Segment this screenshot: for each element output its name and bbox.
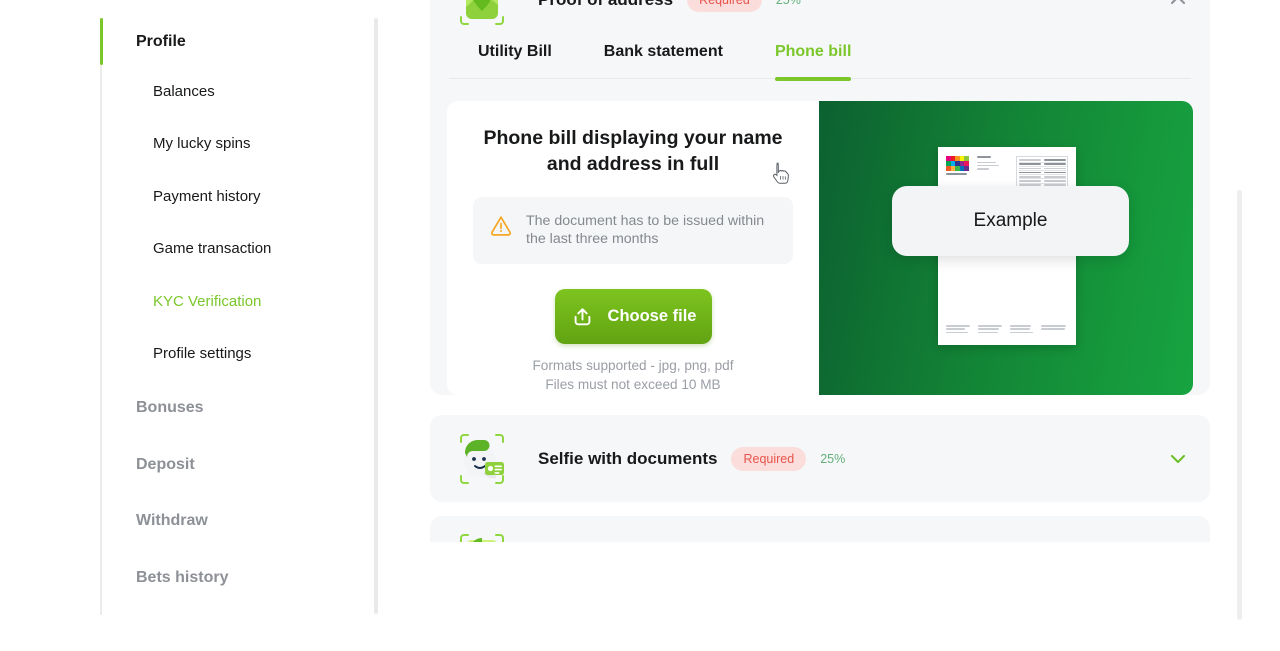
upload-icon	[574, 308, 590, 326]
main-scrollbar[interactable]	[1237, 190, 1242, 620]
choose-file-label: Choose file	[607, 307, 697, 326]
sidebar-divider	[100, 65, 102, 615]
kyc-verification-page: Profile Balances My lucky spins Payment …	[0, 0, 1280, 651]
document-logo	[946, 156, 969, 189]
example-preview-panel: Example	[819, 101, 1193, 395]
sidebar-item-kyc-verification[interactable]: KYC Verification	[153, 275, 378, 328]
sidebar-item-withdraw[interactable]: Withdraw	[136, 493, 378, 550]
document-age-note-text: The document has to be issued within the…	[526, 212, 765, 248]
sidebar-item-my-lucky-spins[interactable]: My lucky spins	[153, 118, 378, 171]
sidebar-item-profile-settings[interactable]: Profile settings	[153, 328, 378, 381]
sidebar: Profile Balances My lucky spins Payment …	[0, 0, 378, 651]
document-icon-partial	[449, 526, 515, 542]
location-document-icon	[449, 0, 515, 33]
upload-panel-left: Phone bill displaying your name and addr…	[447, 101, 819, 395]
example-label-overlay: Example	[892, 186, 1129, 256]
choose-file-button[interactable]: Choose file	[554, 289, 712, 345]
sidebar-group-profile[interactable]: Profile	[136, 18, 378, 65]
tab-bank-statement[interactable]: Bank statement	[604, 43, 723, 78]
formats-line-1: Formats supported - jpg, png, pdf	[532, 358, 734, 374]
sidebar-item-deposit[interactable]: Deposit	[136, 437, 378, 494]
selfie-id-icon	[449, 426, 515, 492]
formats-line-2: Files must not exceed 10 MB	[545, 376, 721, 392]
upload-heading: Phone bill displaying your name and addr…	[483, 127, 783, 176]
section-selfie-with-documents: Selfie with documents Required 25%	[430, 415, 1210, 502]
selfie-with-documents-header[interactable]: Selfie with documents Required 25%	[430, 415, 1210, 502]
selfie-with-documents-required-badge: Required	[731, 446, 807, 471]
section-proof-of-address: Proof of address Required 25% Utility Bi…	[430, 0, 1210, 395]
sidebar-nav: Profile Balances My lucky spins Payment …	[0, 18, 378, 606]
sidebar-item-bonuses[interactable]: Bonuses	[136, 380, 378, 437]
warning-triangle-icon	[490, 215, 512, 236]
proof-of-address-required-badge: Required	[687, 0, 762, 12]
sidebar-subitems: Balances My lucky spins Payment history …	[136, 65, 378, 380]
pointer-hand-cursor	[771, 162, 791, 186]
example-label: Example	[973, 210, 1048, 231]
selfie-with-documents-title: Selfie with documents	[538, 448, 718, 468]
supported-formats: Formats supported - jpg, png, pdf Files …	[473, 357, 793, 395]
sidebar-item-bets-history[interactable]: Bets history	[136, 550, 378, 607]
tab-phone-bill[interactable]: Phone bill	[774, 43, 852, 81]
proof-of-address-title: Proof of address	[538, 0, 673, 10]
sidebar-active-rail	[100, 18, 103, 65]
sidebar-item-payment-history[interactable]: Payment history	[153, 170, 378, 223]
document-age-note: The document has to be issued within the…	[473, 196, 793, 265]
tab-utility-bill[interactable]: Utility Bill	[478, 43, 552, 78]
sidebar-item-game-transaction[interactable]: Game transaction	[153, 223, 378, 276]
proof-of-address-percent: 25%	[776, 0, 801, 7]
main-content: Proof of address Required 25% Utility Bi…	[378, 0, 1280, 651]
document-type-tabs: Utility Bill Bank statement Phone bill	[449, 43, 1191, 81]
upload-panel: Phone bill displaying your name and addr…	[447, 101, 1193, 395]
sidebar-item-balances[interactable]: Balances	[153, 65, 378, 118]
chevron-up-icon[interactable]	[1167, 0, 1189, 11]
proof-of-address-header[interactable]: Proof of address Required 25%	[430, 0, 1210, 43]
selfie-with-documents-percent: 25%	[820, 451, 846, 466]
section-next-partial[interactable]	[430, 516, 1210, 542]
chevron-down-icon[interactable]	[1167, 448, 1189, 470]
